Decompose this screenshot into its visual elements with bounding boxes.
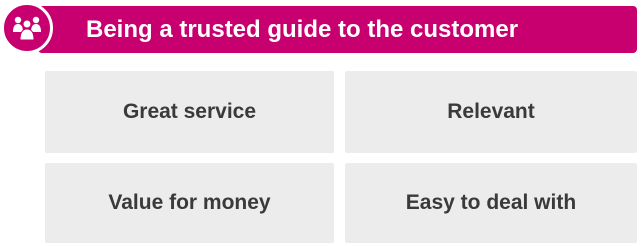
header-title: Being a trusted guide to the customer [86,16,519,43]
card-value-for-money: Value for money [45,163,334,243]
card-easy-to-deal-with: Easy to deal with [345,163,637,243]
card-great-service: Great service [45,71,334,153]
card-label: Easy to deal with [405,191,577,214]
card-label: Relevant [447,100,535,123]
card-label: Value for money [108,191,271,214]
card-label: Great service [122,100,257,123]
card-relevant: Relevant [345,71,637,153]
group-of-people-icon [13,16,41,41]
header-icon-badge [1,2,53,54]
